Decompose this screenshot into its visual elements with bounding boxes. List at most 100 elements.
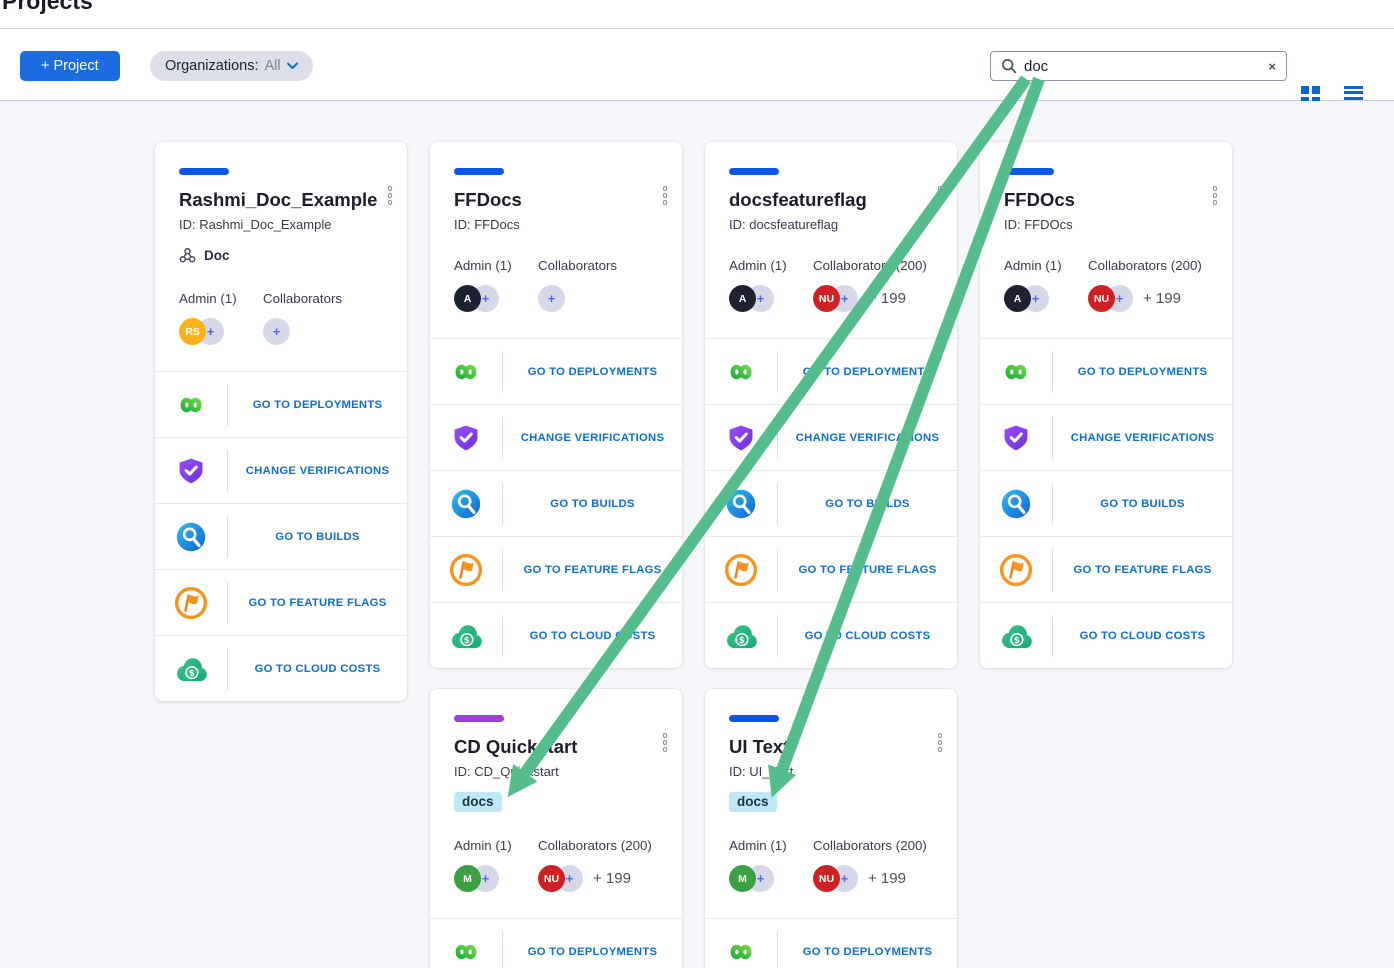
avatar[interactable]: RS: [179, 318, 206, 345]
action-row[interactable]: GO TO DEPLOYMENTS: [705, 338, 957, 404]
svg-text:$: $: [189, 669, 195, 679]
admin-label: Admin (1): [454, 258, 538, 274]
action-row[interactable]: GO TO BUILDS: [980, 470, 1232, 536]
project-id: ID: CD_Quickstart: [454, 764, 658, 779]
kebab-menu-icon[interactable]: [1213, 186, 1218, 205]
action-row[interactable]: $GO TO CLOUD COSTS: [155, 635, 407, 701]
add-member-button[interactable]: +: [538, 285, 565, 312]
action-row[interactable]: GO TO BUILDS: [430, 470, 682, 536]
action-row[interactable]: CHANGE VERIFICATIONS: [155, 437, 407, 503]
cd-icon: [155, 393, 227, 417]
avatar[interactable]: A: [454, 285, 481, 312]
project-members: Admin (1) A+ Collaborators +: [454, 258, 658, 312]
action-row[interactable]: GO TO DEPLOYMENTS: [430, 338, 682, 404]
project-card: CD Quickstart ID: CD_Quickstart docs Adm…: [430, 689, 682, 968]
project-card: Rashmi_Doc_Example ID: Rashmi_Doc_Exampl…: [155, 142, 407, 701]
cd-icon: [705, 940, 777, 964]
project-title[interactable]: docsfeatureflag: [729, 188, 933, 212]
project-members: Admin (1) A+ Collaborators (200) NU++ 19…: [1004, 258, 1208, 312]
organizations-filter-value: All: [265, 58, 281, 74]
action-row[interactable]: GO TO DEPLOYMENTS: [430, 918, 682, 968]
action-row[interactable]: GO TO DEPLOYMENTS: [155, 371, 407, 437]
action-row[interactable]: CHANGE VERIFICATIONS: [980, 404, 1232, 470]
project-title[interactable]: FFDocs: [454, 188, 658, 212]
action-row[interactable]: $GO TO CLOUD COSTS: [705, 602, 957, 668]
ff-icon: [980, 553, 1052, 587]
project-card: FFDOcs ID: FFDOcs Admin (1) A+ Collabora…: [980, 142, 1232, 668]
action-label: GO TO CLOUD COSTS: [1053, 630, 1232, 642]
action-row[interactable]: CHANGE VERIFICATIONS: [705, 404, 957, 470]
kebab-menu-icon[interactable]: [938, 733, 943, 752]
kebab-menu-icon[interactable]: [663, 733, 668, 752]
docs-tag-highlighted: docs: [454, 792, 502, 812]
admin-avatars: M+: [729, 865, 813, 892]
admin-label: Admin (1): [179, 291, 263, 307]
ci-icon: [430, 488, 502, 520]
project-color-bar: [729, 715, 779, 722]
project-tag: Doc: [204, 248, 230, 263]
collaborators-label: Collaborators (200): [538, 838, 652, 854]
action-row[interactable]: GO TO BUILDS: [155, 503, 407, 569]
project-color-bar: [454, 715, 504, 722]
action-row[interactable]: GO TO BUILDS: [705, 470, 957, 536]
avatar[interactable]: M: [454, 865, 481, 892]
search-box[interactable]: ×: [990, 51, 1287, 81]
verification-icon: [155, 456, 227, 486]
kebab-menu-icon[interactable]: [388, 186, 393, 205]
action-row[interactable]: GO TO FEATURE FLAGS: [430, 536, 682, 602]
project-id: ID: FFDOcs: [1004, 217, 1208, 232]
action-label: CHANGE VERIFICATIONS: [1053, 432, 1232, 444]
avatar[interactable]: NU: [1088, 285, 1115, 312]
kebab-menu-icon[interactable]: [663, 186, 668, 205]
action-row[interactable]: GO TO FEATURE FLAGS: [980, 536, 1232, 602]
action-row[interactable]: $GO TO CLOUD COSTS: [430, 602, 682, 668]
clear-search-icon[interactable]: ×: [1268, 60, 1276, 73]
project-members: Admin (1) M+ Collaborators (200) NU++ 19…: [729, 838, 933, 892]
action-row[interactable]: $GO TO CLOUD COSTS: [980, 602, 1232, 668]
project-tags: docs: [729, 792, 933, 812]
avatar[interactable]: A: [729, 285, 756, 312]
kebab-menu-icon[interactable]: [938, 186, 943, 205]
verification-icon: [430, 423, 502, 453]
project-actions: GO TO DEPLOYMENTS CHANGE VERIFICATIONS GO …: [980, 338, 1232, 668]
projects-page: Projects + Project Organizations: All × …: [0, 0, 1394, 968]
new-project-button[interactable]: + Project: [20, 51, 120, 81]
action-row[interactable]: GO TO FEATURE FLAGS: [705, 536, 957, 602]
action-label: GO TO BUILDS: [228, 531, 407, 543]
action-label: GO TO DEPLOYMENTS: [1053, 366, 1232, 378]
project-title[interactable]: UI Text: [729, 735, 933, 759]
project-title[interactable]: FFDOcs: [1004, 188, 1208, 212]
action-label: GO TO DEPLOYMENTS: [503, 366, 682, 378]
avatar[interactable]: NU: [813, 865, 840, 892]
project-actions: GO TO DEPLOYMENTS: [430, 918, 682, 968]
project-title[interactable]: CD Quickstart: [454, 735, 658, 759]
cd-icon: [430, 360, 502, 384]
avatar[interactable]: M: [729, 865, 756, 892]
action-row[interactable]: GO TO DEPLOYMENTS: [980, 338, 1232, 404]
avatar[interactable]: NU: [538, 865, 565, 892]
admin-avatars: A+: [729, 285, 813, 312]
project-title[interactable]: Rashmi_Doc_Example: [179, 188, 383, 212]
avatar[interactable]: NU: [813, 285, 840, 312]
project-actions: GO TO DEPLOYMENTS CHANGE VERIFICATIONS GO …: [705, 338, 957, 668]
chevron-down-icon: [287, 62, 298, 70]
action-row[interactable]: CHANGE VERIFICATIONS: [430, 404, 682, 470]
project-color-bar: [179, 168, 229, 175]
action-label: GO TO BUILDS: [778, 498, 957, 510]
organizations-filter[interactable]: Organizations: All: [150, 51, 313, 81]
action-row[interactable]: GO TO FEATURE FLAGS: [155, 569, 407, 635]
project-actions: GO TO DEPLOYMENTSCHANGE VERIFICATIONS GO …: [155, 371, 407, 701]
svg-text:$: $: [739, 636, 745, 646]
collaborators-label: Collaborators (200): [813, 258, 927, 274]
action-label: GO TO FEATURE FLAGS: [503, 564, 682, 576]
action-label: GO TO DEPLOYMENTS: [778, 366, 957, 378]
ccm-icon: $: [155, 655, 227, 683]
admin-avatars: A+: [454, 285, 538, 312]
add-member-button[interactable]: +: [263, 318, 290, 345]
action-label: GO TO DEPLOYMENTS: [778, 946, 957, 958]
action-row[interactable]: GO TO DEPLOYMENTS: [705, 918, 957, 968]
action-label: GO TO DEPLOYMENTS: [503, 946, 682, 958]
search-input[interactable]: [1024, 58, 1261, 75]
avatar[interactable]: A: [1004, 285, 1031, 312]
ci-icon: [155, 521, 227, 553]
